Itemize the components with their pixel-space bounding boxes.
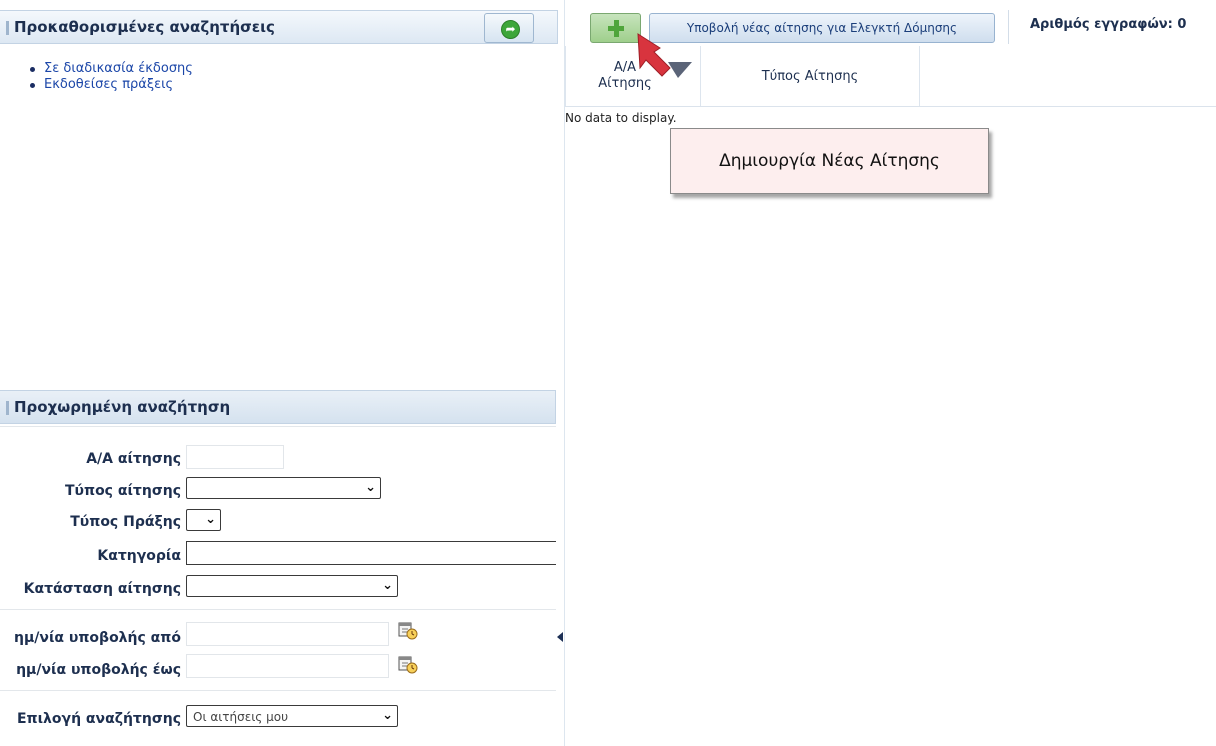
submit-new-application-label: Υποβολή νέας αίτησης για Ελεγκτή Δόμησης	[686, 21, 958, 35]
date-to-label: ημ/νία υποβολής έως	[16, 662, 181, 678]
chevron-down-icon: ⌄	[205, 512, 216, 527]
date-from-label: ημ/νία υποβολής από	[14, 630, 181, 646]
date-from-input[interactable]	[186, 622, 389, 646]
type-label: Τύπος αίτησης	[64, 483, 181, 499]
predefined-searches-title: Προκαθορισμένες αναζητήσεις	[14, 18, 275, 36]
category-input[interactable]	[186, 541, 556, 565]
callout-box: Δημιουργία Νέας Αίτησης	[670, 128, 989, 194]
chevron-down-icon: ⌄	[365, 480, 376, 495]
type-select[interactable]: ⌄	[186, 477, 381, 499]
category-label: Κατηγορία	[97, 548, 181, 564]
search-choice-label: Επιλογή αναζήτησης	[16, 711, 181, 727]
go-button[interactable]: ➦	[484, 13, 534, 43]
callout-arrow-icon	[637, 33, 692, 78]
green-arrow-icon: ➦	[501, 20, 520, 39]
submit-new-application-button[interactable]: Υποβολή νέας αίτησης για Ελεγκτή Δόμησης	[649, 13, 995, 43]
search-choice-select[interactable]: Οι αιτήσεις μου ⌄	[186, 705, 398, 727]
calendar-icon[interactable]	[398, 654, 418, 674]
aa-label: Α/Α αίτησης	[86, 451, 181, 467]
aa-input[interactable]	[186, 445, 284, 469]
status-select[interactable]: ⌄	[186, 575, 398, 597]
record-count: Αριθμός εγγραφών: 0	[1030, 17, 1187, 32]
advanced-search-header: Προχωρημένη αναζήτηση	[0, 390, 556, 424]
chevron-down-icon: ⌄	[382, 708, 393, 723]
no-data-message: No data to display.	[565, 111, 677, 125]
col-type-header[interactable]: Τύπος Αίτησης	[701, 46, 919, 106]
predefined-search-list: Σε διαδικασία έκδοσης Εκδοθείσες πράξεις	[26, 61, 193, 93]
act-type-label: Τύπος Πράξης	[70, 514, 181, 530]
predefined-searches-header: Προκαθορισμένες αναζητήσεις	[0, 10, 558, 44]
link-issued-acts[interactable]: Εκδοθείσες πράξεις	[26, 77, 193, 93]
collapse-left-icon[interactable]	[557, 632, 563, 642]
toolbar-separator	[1008, 10, 1009, 44]
status-label: Κατάσταση αίτησης	[23, 581, 181, 597]
divider	[0, 690, 556, 691]
act-type-select[interactable]: ⌄	[186, 509, 221, 531]
divider	[0, 609, 556, 610]
date-to-input[interactable]	[186, 654, 389, 678]
calendar-icon[interactable]	[398, 620, 418, 640]
search-choice-value: Οι αιτήσεις μου	[193, 710, 289, 724]
link-in-process[interactable]: Σε διαδικασία έκδοσης	[26, 61, 193, 77]
advanced-search-title: Προχωρημένη αναζήτηση	[14, 398, 231, 416]
chevron-down-icon: ⌄	[382, 578, 393, 593]
callout-text: Δημιουργία Νέας Αίτησης	[719, 151, 940, 171]
col-type-label: Τύπος Αίτησης	[761, 68, 859, 84]
divider	[0, 426, 556, 427]
